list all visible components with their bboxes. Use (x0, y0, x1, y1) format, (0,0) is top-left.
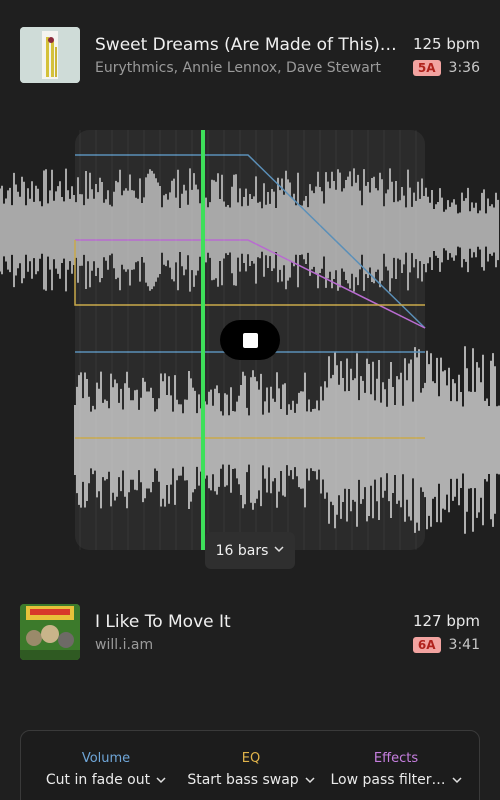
mix-editor-screen: Sweet Dreams (Are Made of This) - 2… Eur… (0, 0, 500, 800)
track-artist: Eurythmics, Annie Lennox, Dave Stewart (95, 60, 382, 76)
track-title: Sweet Dreams (Are Made of This) - 2… (95, 35, 400, 55)
effects-label: Effects (373, 751, 419, 766)
effects-dropdown[interactable]: Low pass filter… (321, 772, 471, 788)
volume-dropdown[interactable]: Cut in fade out (31, 772, 181, 788)
volume-label: Volume (81, 751, 131, 766)
track-row-top[interactable]: Sweet Dreams (Are Made of This) - 2… Eur… (20, 27, 480, 87)
key-badge: 6A (412, 637, 441, 653)
stop-button[interactable] (220, 320, 280, 360)
bars-length-dropdown[interactable]: 16 bars (205, 532, 295, 569)
chevron-down-icon (274, 545, 284, 556)
track-duration: 3:36 (448, 60, 480, 76)
track-meta: 5A 3:36 (412, 60, 480, 76)
chevron-down-icon (305, 772, 315, 788)
key-badge: 5A (412, 60, 441, 76)
waveform-track-bottom (74, 346, 500, 534)
eq-dropdown[interactable]: Start bass swap (176, 772, 326, 788)
playhead[interactable] (201, 130, 205, 550)
volume-value: Cut in fade out (45, 772, 151, 788)
effects-control[interactable]: Effects Low pass filter… (321, 731, 471, 800)
chevron-down-icon (452, 772, 462, 788)
track-bpm: 125 bpm (412, 35, 480, 53)
transition-controls: Volume Cut in fade out EQ Start bass swa… (20, 730, 480, 800)
track-meta: 6A 3:41 (412, 637, 480, 653)
eq-label: EQ (241, 751, 261, 766)
volume-control[interactable]: Volume Cut in fade out (31, 731, 181, 800)
eq-value: Start bass swap (187, 772, 299, 788)
track-duration: 3:41 (448, 637, 480, 653)
stop-icon (242, 332, 258, 348)
track-artist: will.i.am (95, 637, 154, 653)
bars-label: 16 bars (215, 542, 269, 559)
track-title: I Like To Move It (95, 612, 231, 632)
eq-control[interactable]: EQ Start bass swap (176, 731, 326, 800)
album-art-move-it (20, 604, 80, 660)
album-art-sweet-dreams (20, 27, 80, 83)
track-row-bottom[interactable]: I Like To Move It will.i.am 127 bpm 6A 3… (20, 604, 480, 664)
chevron-down-icon (156, 772, 166, 788)
effects-value: Low pass filter… (330, 772, 446, 788)
track-bpm: 127 bpm (412, 612, 480, 630)
